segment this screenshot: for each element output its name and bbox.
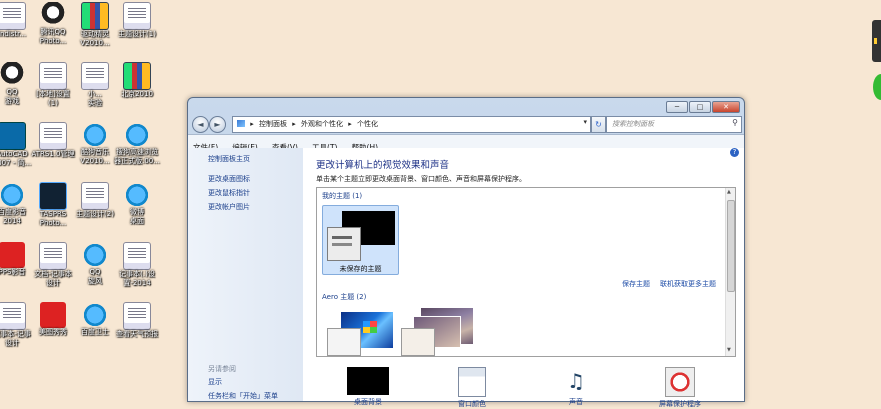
unsaved-theme-tile[interactable]: 未保存的主题: [322, 205, 399, 275]
help-icon[interactable]: ?: [730, 148, 739, 157]
refresh-button[interactable]: ↻: [591, 116, 606, 133]
desktop-icon[interactable]: 查看天气预报: [111, 302, 163, 339]
breadcrumb-control-panel[interactable]: 控制面板: [259, 120, 287, 128]
window-body: 控制面板主页 更改桌面图标 更改鼠标指针 更改帐户图片 另请参阅 显示 任务栏和…: [188, 148, 744, 408]
sounds-icon: ♫: [567, 369, 585, 393]
breadcrumb: ▸ 控制面板 ▸ 外观和个性化 ▸ 个性化: [237, 119, 381, 129]
doc-app-icon: [39, 242, 67, 270]
desktop-background-label: 桌面背景: [354, 398, 382, 406]
scroll-down-icon[interactable]: ▼: [727, 347, 731, 353]
desktop-icon-label: 搜狗高速浏览 器正式版.00...: [114, 148, 160, 165]
control-panel-icon: [237, 120, 245, 127]
desktop-icon-label: 北京2010: [121, 90, 153, 98]
unsaved-theme-label: 未保存的主题: [339, 265, 382, 273]
red-app-icon: [0, 242, 25, 268]
change-mouse-pointers-link[interactable]: 更改鼠标指针: [208, 188, 250, 198]
back-button[interactable]: ◄: [192, 116, 209, 133]
doc-app-icon: [81, 182, 109, 210]
qq-app-icon: [40, 2, 66, 28]
blue-app-icon: [82, 302, 108, 328]
sidebar-gadget[interactable]: [872, 20, 881, 62]
maximize-button[interactable]: □: [689, 101, 711, 113]
blue-app-icon: [124, 182, 150, 208]
address-dropdown-icon[interactable]: ▾: [583, 118, 587, 126]
windows7-window-preview-icon: [327, 328, 361, 356]
blue-app-icon: [82, 122, 108, 148]
doc-app-icon: [0, 2, 26, 30]
menu-bar: 文件(F) 编辑(E) 查看(V) 工具(T) 帮助(H): [188, 134, 744, 152]
see-also-heading: 另请参阅: [208, 365, 236, 373]
zip-app-icon: [123, 62, 151, 90]
sounds-item[interactable]: ♫ 声音: [546, 367, 606, 407]
desktop-icon-label: 主题设计(1): [118, 30, 156, 38]
ps-app-icon: [39, 182, 67, 210]
desktop-icon[interactable]: 微博 桌面: [111, 182, 163, 226]
close-button[interactable]: ✕: [712, 101, 740, 113]
theme-list: 我的主题 (1) 未保存的主题 保存主题 联机获取更多主题 Aero 主题 (2…: [316, 187, 736, 357]
qq-app-icon: [0, 62, 25, 88]
doc-app-icon: [123, 302, 151, 330]
scroll-up-icon[interactable]: ▲: [727, 189, 731, 195]
search-input[interactable]: 搜索控制面板: [612, 119, 654, 129]
address-bar[interactable]: ▸ 控制面板 ▸ 外观和个性化 ▸ 个性化 ▾: [232, 116, 591, 133]
desktop-icon-label: 查看天气预报: [116, 330, 158, 338]
control-panel-home-link[interactable]: 控制面板主页: [208, 154, 250, 164]
cad-app-icon: [0, 122, 26, 150]
get-more-themes-link[interactable]: 联机获取更多主题: [660, 279, 716, 289]
desktop-icon-label: 记事本(.)设 置-2014: [119, 270, 155, 287]
save-theme-link[interactable]: 保存主题: [622, 279, 650, 289]
desktop-icon[interactable]: 搜狗高速浏览 器正式版.00...: [111, 122, 163, 166]
desktop-background-item[interactable]: 桌面背景: [338, 367, 398, 407]
change-account-picture-link[interactable]: 更改帐户图片: [208, 202, 250, 212]
doc-app-icon: [123, 242, 151, 270]
window-color-icon: [458, 367, 486, 397]
scrollbar-thumb[interactable]: [727, 200, 735, 292]
window-color-item[interactable]: 窗口颜色: [442, 367, 502, 409]
theme-window-preview-icon: [327, 227, 361, 261]
desktop-icon-label: 微博 桌面: [130, 208, 144, 225]
breadcrumb-separator: ▸: [348, 120, 352, 128]
doc-app-icon: [123, 2, 151, 30]
theme-list-scrollbar[interactable]: ▲ ▼: [725, 188, 735, 356]
blue-app-icon: [0, 182, 25, 208]
blue-app-icon: [124, 122, 150, 148]
breadcrumb-separator: ▸: [250, 120, 254, 128]
page-description: 单击某个主题立即更改桌面背景、窗口颜色、声音和屏幕保护程序。: [316, 175, 526, 183]
display-link[interactable]: 显示: [208, 377, 222, 387]
landscape-window-preview-icon: [401, 328, 435, 356]
forward-button[interactable]: ►: [209, 116, 226, 133]
desktop-icon[interactable]: 记事本(.)设 置-2014: [111, 242, 163, 288]
desktop-background-icon: [347, 367, 389, 395]
search-icon[interactable]: ⚲: [732, 118, 738, 127]
doc-app-icon: [0, 302, 26, 330]
screen-saver-item[interactable]: 屏幕保护程序: [650, 367, 710, 409]
personalization-window: ─ □ ✕ ◄ ► ▸ 控制面板 ▸ 外观和个性化 ▸ 个性化 ▾ ↻ 搜索控制…: [187, 97, 745, 408]
screen-saver-label: 屏幕保护程序: [659, 400, 701, 408]
desktop-icon[interactable]: 北京2010: [111, 62, 163, 99]
window-color-label: 窗口颜色: [458, 400, 486, 408]
red-app-icon: [40, 302, 66, 328]
minimize-button[interactable]: ─: [666, 101, 688, 113]
change-desktop-icons-link[interactable]: 更改桌面图标: [208, 174, 250, 184]
desktop-icon[interactable]: 主题设计(1): [111, 2, 163, 39]
breadcrumb-personalization[interactable]: 个性化: [357, 120, 378, 128]
doc-app-icon: [39, 62, 67, 90]
page-title: 更改计算机上的视觉效果和声音: [316, 160, 450, 171]
windows-logo-icon: [363, 321, 377, 333]
doc-app-icon: [39, 122, 67, 150]
task-pane: 控制面板主页 更改桌面图标 更改鼠标指针 更改帐户图片 另请参阅 显示 任务栏和…: [188, 148, 303, 401]
doc-app-icon: [81, 62, 109, 90]
blue-app-icon: [82, 242, 108, 268]
screen-saver-icon: [665, 367, 695, 397]
caption-buttons: ─ □ ✕: [666, 101, 740, 113]
search-box[interactable]: 搜索控制面板 ⚲: [606, 116, 742, 133]
navigation-bar: ◄ ► ▸ 控制面板 ▸ 外观和个性化 ▸ 个性化 ▾ ↻ 搜索控制面板 ⚲: [192, 115, 742, 133]
aero-themes-header: Aero 主题 (2): [322, 293, 367, 301]
zip-app-icon: [81, 2, 109, 30]
breadcrumb-separator: ▸: [292, 120, 296, 128]
green-gadget-icon[interactable]: [873, 74, 881, 100]
breadcrumb-appearance[interactable]: 外观和个性化: [301, 120, 343, 128]
my-themes-header: 我的主题 (1): [322, 192, 363, 200]
sounds-label: 声音: [569, 398, 583, 406]
